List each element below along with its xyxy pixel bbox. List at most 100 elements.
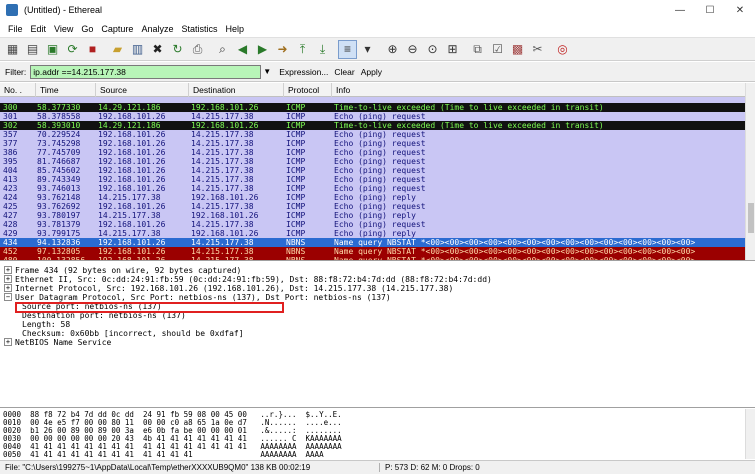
- table-row[interactable]: 423 93.746013 192.168.101.26 14.215.177.38 I…: [0, 184, 745, 193]
- highlight-box: [15, 302, 284, 313]
- detail-row[interactable]: + Internet Protocol, Src: 192.168.101.26 …: [4, 284, 453, 293]
- detail-row[interactable]: + NetBIOS Name Service: [4, 338, 111, 347]
- table-row[interactable]: 301 58.378558 192.168.101.26 14.215.177.38 I…: [0, 112, 745, 121]
- expression-button[interactable]: Expression...: [279, 67, 328, 77]
- cell-no: 413: [3, 175, 18, 184]
- go-to-packet-icon[interactable]: ➜: [273, 40, 292, 59]
- preferences-icon[interactable]: ✂: [528, 40, 547, 59]
- column-header-no[interactable]: No. .: [0, 83, 36, 97]
- cell-proto: ICMP: [286, 121, 306, 130]
- cell-dst: 14.215.177.38: [191, 130, 254, 139]
- expand-toggle-icon[interactable]: +: [4, 284, 12, 292]
- cell-info: Echo (ping) request: [334, 202, 426, 211]
- detail-row[interactable]: + Frame 434 (92 bytes on wire, 92 bytes c…: [4, 266, 241, 275]
- stop-capture-icon[interactable]: ■: [83, 40, 102, 59]
- cell-time: 93.781379: [37, 220, 81, 229]
- column-header-time[interactable]: Time: [36, 83, 96, 97]
- help-icon[interactable]: ◎: [553, 40, 572, 59]
- find-packet-icon[interactable]: ⌕: [213, 40, 232, 59]
- cell-proto: ICMP: [286, 148, 306, 157]
- expand-toggle-icon[interactable]: +: [4, 266, 12, 274]
- zoom-in-icon[interactable]: ⊕: [383, 40, 402, 59]
- filter-label: Filter:: [5, 66, 27, 77]
- detail-text: Frame 434 (92 bytes on wire, 92 bytes ca…: [15, 266, 242, 275]
- cell-no: 302: [3, 121, 18, 130]
- close-file-icon[interactable]: ✖: [148, 40, 167, 59]
- open-folder-icon[interactable]: ▰: [108, 40, 127, 59]
- column-header-info[interactable]: Info: [332, 83, 745, 97]
- menu-edit[interactable]: Edit: [27, 24, 51, 34]
- menu-statistics[interactable]: Statistics: [177, 24, 221, 34]
- minimize-button[interactable]: —: [665, 0, 695, 20]
- cell-no: 428: [3, 220, 18, 229]
- zoom-normal-icon[interactable]: ⊙: [423, 40, 442, 59]
- column-header-source[interactable]: Source: [96, 83, 189, 97]
- table-row[interactable]: 452 97.132805 192.168.101.26 14.215.177.38 N…: [0, 247, 745, 256]
- detail-row[interactable]: Checksum: 0x60bb [incorrect, should be 0…: [22, 329, 244, 338]
- colorize-icon[interactable]: ≡: [338, 39, 357, 59]
- table-row[interactable]: 377 73.745298 192.168.101.26 14.215.177.38 I…: [0, 139, 745, 148]
- zoom-out-icon[interactable]: ⊖: [403, 40, 422, 59]
- detail-row[interactable]: Length: 58: [22, 320, 70, 329]
- table-row[interactable]: 300 58.377330 14.29.121.186 192.168.101.26 I…: [0, 103, 745, 112]
- restart-capture-icon[interactable]: ⟳: [63, 40, 82, 59]
- cell-proto: ICMP: [286, 139, 306, 148]
- detail-row[interactable]: − User Datagram Protocol, Src Port: netbi…: [4, 293, 391, 302]
- autoscroll-icon[interactable]: ▾: [358, 40, 377, 59]
- go-first-icon[interactable]: ⤒: [293, 40, 312, 59]
- menu-capture[interactable]: Capture: [97, 24, 137, 34]
- table-row[interactable]: 434 94.132836 192.168.101.26 14.215.177.38 N…: [0, 238, 745, 247]
- menu-go[interactable]: Go: [77, 24, 97, 34]
- cell-info: Echo (ping) request: [334, 139, 426, 148]
- filter-input[interactable]: ip.addr ==14.215.177.38: [30, 64, 262, 79]
- save-icon[interactable]: ▥: [128, 40, 147, 59]
- maximize-button[interactable]: ☐: [695, 0, 725, 20]
- display-filters-icon[interactable]: ☑: [488, 40, 507, 59]
- table-row[interactable]: 427 93.780197 14.215.177.38 192.168.101.26 I…: [0, 211, 745, 220]
- cell-proto: ICMP: [286, 193, 306, 202]
- print-icon[interactable]: ⎙: [188, 40, 207, 59]
- cell-src: 192.168.101.26: [98, 220, 166, 229]
- capture-options-icon[interactable]: ▤: [23, 40, 42, 59]
- detail-row[interactable]: + Ethernet II, Src: 0c:dd:24:91:fb:59 (0c…: [4, 275, 492, 284]
- menu-view[interactable]: View: [50, 24, 77, 34]
- coloring-rules-icon[interactable]: ▩: [508, 40, 527, 59]
- table-row[interactable]: 395 81.746687 192.168.101.26 14.215.177.38 I…: [0, 157, 745, 166]
- column-header-protocol[interactable]: Protocol: [284, 83, 332, 97]
- expand-toggle-icon[interactable]: +: [4, 275, 12, 283]
- cell-info: Echo (ping) request: [334, 166, 426, 175]
- cell-proto: ICMP: [286, 220, 306, 229]
- apply-button[interactable]: Apply: [361, 67, 382, 77]
- table-row[interactable]: 428 93.781379 192.168.101.26 14.215.177.38 I…: [0, 220, 745, 229]
- table-row[interactable]: 413 89.743349 192.168.101.26 14.215.177.38 I…: [0, 175, 745, 184]
- reload-icon[interactable]: ↻: [168, 40, 187, 59]
- resize-columns-icon[interactable]: ⊞: [443, 40, 462, 59]
- cell-info: Time-to-live exceeded (Time to live exce…: [334, 121, 604, 130]
- clear-button[interactable]: Clear: [334, 67, 354, 77]
- close-button[interactable]: ✕: [725, 0, 755, 20]
- table-row[interactable]: 357 70.229524 192.168.101.26 14.215.177.38 I…: [0, 130, 745, 139]
- menu-file[interactable]: File: [4, 24, 27, 34]
- interfaces-icon[interactable]: ▦: [3, 40, 22, 59]
- capture-filters-icon[interactable]: ⧉: [468, 40, 487, 59]
- table-row[interactable]: 429 93.799175 14.215.177.38 192.168.101.26 I…: [0, 229, 745, 238]
- expand-toggle-icon[interactable]: −: [4, 293, 12, 301]
- start-capture-icon[interactable]: ▣: [43, 40, 62, 59]
- chevron-down-icon[interactable]: ▼: [261, 65, 273, 79]
- menu-help[interactable]: Help: [221, 24, 248, 34]
- table-row[interactable]: 425 93.762692 192.168.101.26 14.215.177.38 I…: [0, 202, 745, 211]
- table-row[interactable]: 480 100.132856 192.168.101.26 14.215.177.38…: [0, 256, 745, 260]
- bytes-scrollbar[interactable]: [745, 409, 755, 459]
- packet-list-scrollbar[interactable]: [745, 83, 755, 260]
- expand-toggle-icon[interactable]: +: [4, 338, 12, 346]
- go-back-icon[interactable]: ◀: [233, 40, 252, 59]
- table-row[interactable]: 424 93.762148 14.215.177.38 192.168.101.26 I…: [0, 193, 745, 202]
- go-forward-icon[interactable]: ▶: [253, 40, 272, 59]
- table-row[interactable]: 386 77.745709 192.168.101.26 14.215.177.38 I…: [0, 148, 745, 157]
- menu-analyze[interactable]: Analyze: [137, 24, 177, 34]
- column-header-destination[interactable]: Destination: [189, 83, 284, 97]
- cell-src: 14.29.121.186: [98, 121, 161, 130]
- go-last-icon[interactable]: ⤓: [313, 40, 332, 59]
- table-row[interactable]: 404 85.745602 192.168.101.26 14.215.177.38 I…: [0, 166, 745, 175]
- table-row[interactable]: 302 58.393010 14.29.121.186 192.168.101.26 I…: [0, 121, 745, 130]
